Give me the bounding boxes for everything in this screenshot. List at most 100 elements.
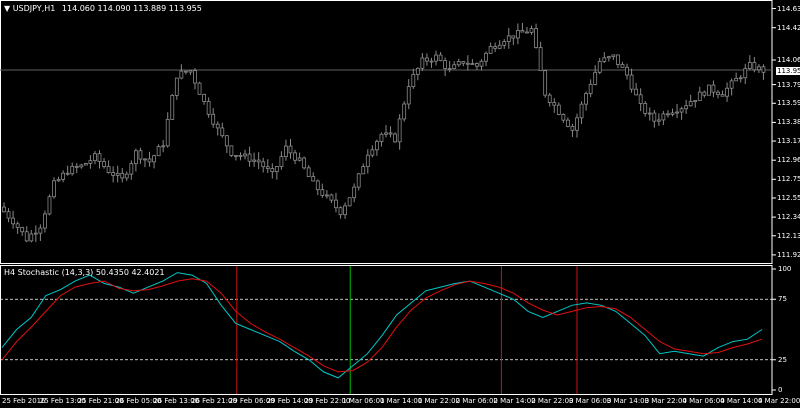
candle-body (6, 211, 11, 219)
candle-body (338, 207, 343, 216)
candle-body (711, 84, 716, 93)
candle-body (397, 118, 402, 143)
candle-body (334, 199, 338, 209)
candle-body (111, 172, 116, 176)
candle-body (406, 86, 411, 105)
candle-body (29, 233, 34, 242)
candle-body (11, 217, 15, 225)
candle-body (570, 126, 575, 131)
candle-body (220, 127, 225, 137)
candle-body (552, 102, 557, 106)
candle-body (133, 150, 138, 165)
candle-body (147, 158, 152, 163)
candle-body (284, 145, 288, 157)
stoch-tick-label: 75 (778, 295, 787, 304)
candle-body (65, 172, 70, 175)
stochastic-main-line (1, 272, 763, 379)
candle-body (666, 113, 670, 116)
candle-body (575, 117, 579, 131)
candle-body (79, 164, 84, 168)
chart-canvas[interactable] (0, 0, 800, 408)
candle-body (438, 54, 443, 61)
candle-body (161, 145, 166, 148)
candle-body (452, 64, 457, 70)
time-tick-label: 4 Mar 14:00 (720, 397, 763, 405)
candle-body (566, 119, 570, 127)
price-tick-label: 113.380 (777, 118, 800, 127)
candle-body (675, 111, 679, 114)
candle-body (679, 108, 684, 113)
stoch-tick-label: 25 (778, 355, 787, 364)
candle-body (106, 166, 111, 173)
price-tick-label: 111.925 (777, 250, 800, 259)
candle-body (484, 52, 488, 62)
time-tick-label: 3 Mar 06:00 (569, 397, 612, 405)
price-tick-label: 112.550 (777, 193, 800, 202)
candle-body (502, 41, 507, 46)
candle-body (265, 166, 270, 169)
dropdown-triangle-icon[interactable]: ▼ (4, 4, 10, 13)
candle-body (456, 61, 461, 66)
stoch-tick-label: 0 (778, 386, 783, 394)
price-panel[interactable] (0, 0, 776, 264)
candle-body (88, 160, 93, 164)
candle-body (197, 82, 202, 95)
candle-body (124, 173, 129, 179)
candle-body (465, 62, 470, 65)
candle-body (443, 60, 448, 69)
candle-body (720, 94, 725, 97)
candle-body (165, 119, 170, 147)
candle-body (738, 77, 743, 80)
price-tick-label: 113.795 (777, 80, 800, 89)
candle-body (43, 213, 47, 229)
candle-body (170, 94, 175, 120)
price-tick-label: 112.340 (777, 213, 800, 222)
candle-body (556, 104, 561, 115)
candle-body (324, 194, 329, 197)
candle-body (693, 100, 698, 102)
candle-body (388, 132, 393, 135)
symbol-label: USDJPY,H1 (12, 4, 56, 13)
candle-body (365, 154, 370, 168)
candle-body (215, 123, 220, 129)
candle-body (734, 77, 739, 82)
candle-body (525, 31, 529, 34)
candle-body (620, 64, 625, 68)
stochastic-panel[interactable] (0, 265, 776, 395)
candle-body (697, 91, 702, 101)
candle-body (206, 101, 211, 115)
candle-body (320, 189, 325, 196)
candle-body (547, 94, 552, 103)
candle-body (293, 152, 297, 161)
candle-body (97, 153, 102, 162)
candle-body (652, 112, 657, 122)
candle-body (725, 87, 729, 97)
candle-body (52, 180, 56, 198)
price-tick-label: 114.420 (777, 23, 800, 32)
candle-body (702, 91, 707, 96)
candle-body (74, 165, 79, 168)
candle-body (174, 77, 179, 96)
time-tick-label: 1 Mar 06:00 (342, 397, 385, 405)
candle-body (2, 206, 6, 213)
candle-body (347, 197, 352, 207)
candle-body (757, 66, 761, 71)
candle-body (661, 113, 666, 121)
candle-body (602, 57, 607, 62)
time-tick-label: 2 Mar 22:00 (531, 397, 574, 405)
candle-body (606, 56, 611, 59)
candle-body (684, 105, 689, 110)
candle-body (506, 35, 511, 43)
stochastic-signal-line (1, 278, 763, 373)
candle-body (188, 70, 193, 73)
candle-body (61, 172, 66, 180)
candle-body (634, 88, 639, 96)
price-tick-label: 114.630 (777, 4, 800, 13)
indicator-label: H4 Stochastic (14,3,3) 50.4350 42.4021 (4, 268, 165, 277)
candle-body (670, 112, 675, 115)
candle-body (447, 68, 452, 70)
ohlc-values: 114.060 114.090 113.889 113.955 (61, 4, 202, 13)
candle-body (56, 179, 61, 182)
candle-body (461, 61, 466, 64)
candle-body (688, 101, 693, 107)
